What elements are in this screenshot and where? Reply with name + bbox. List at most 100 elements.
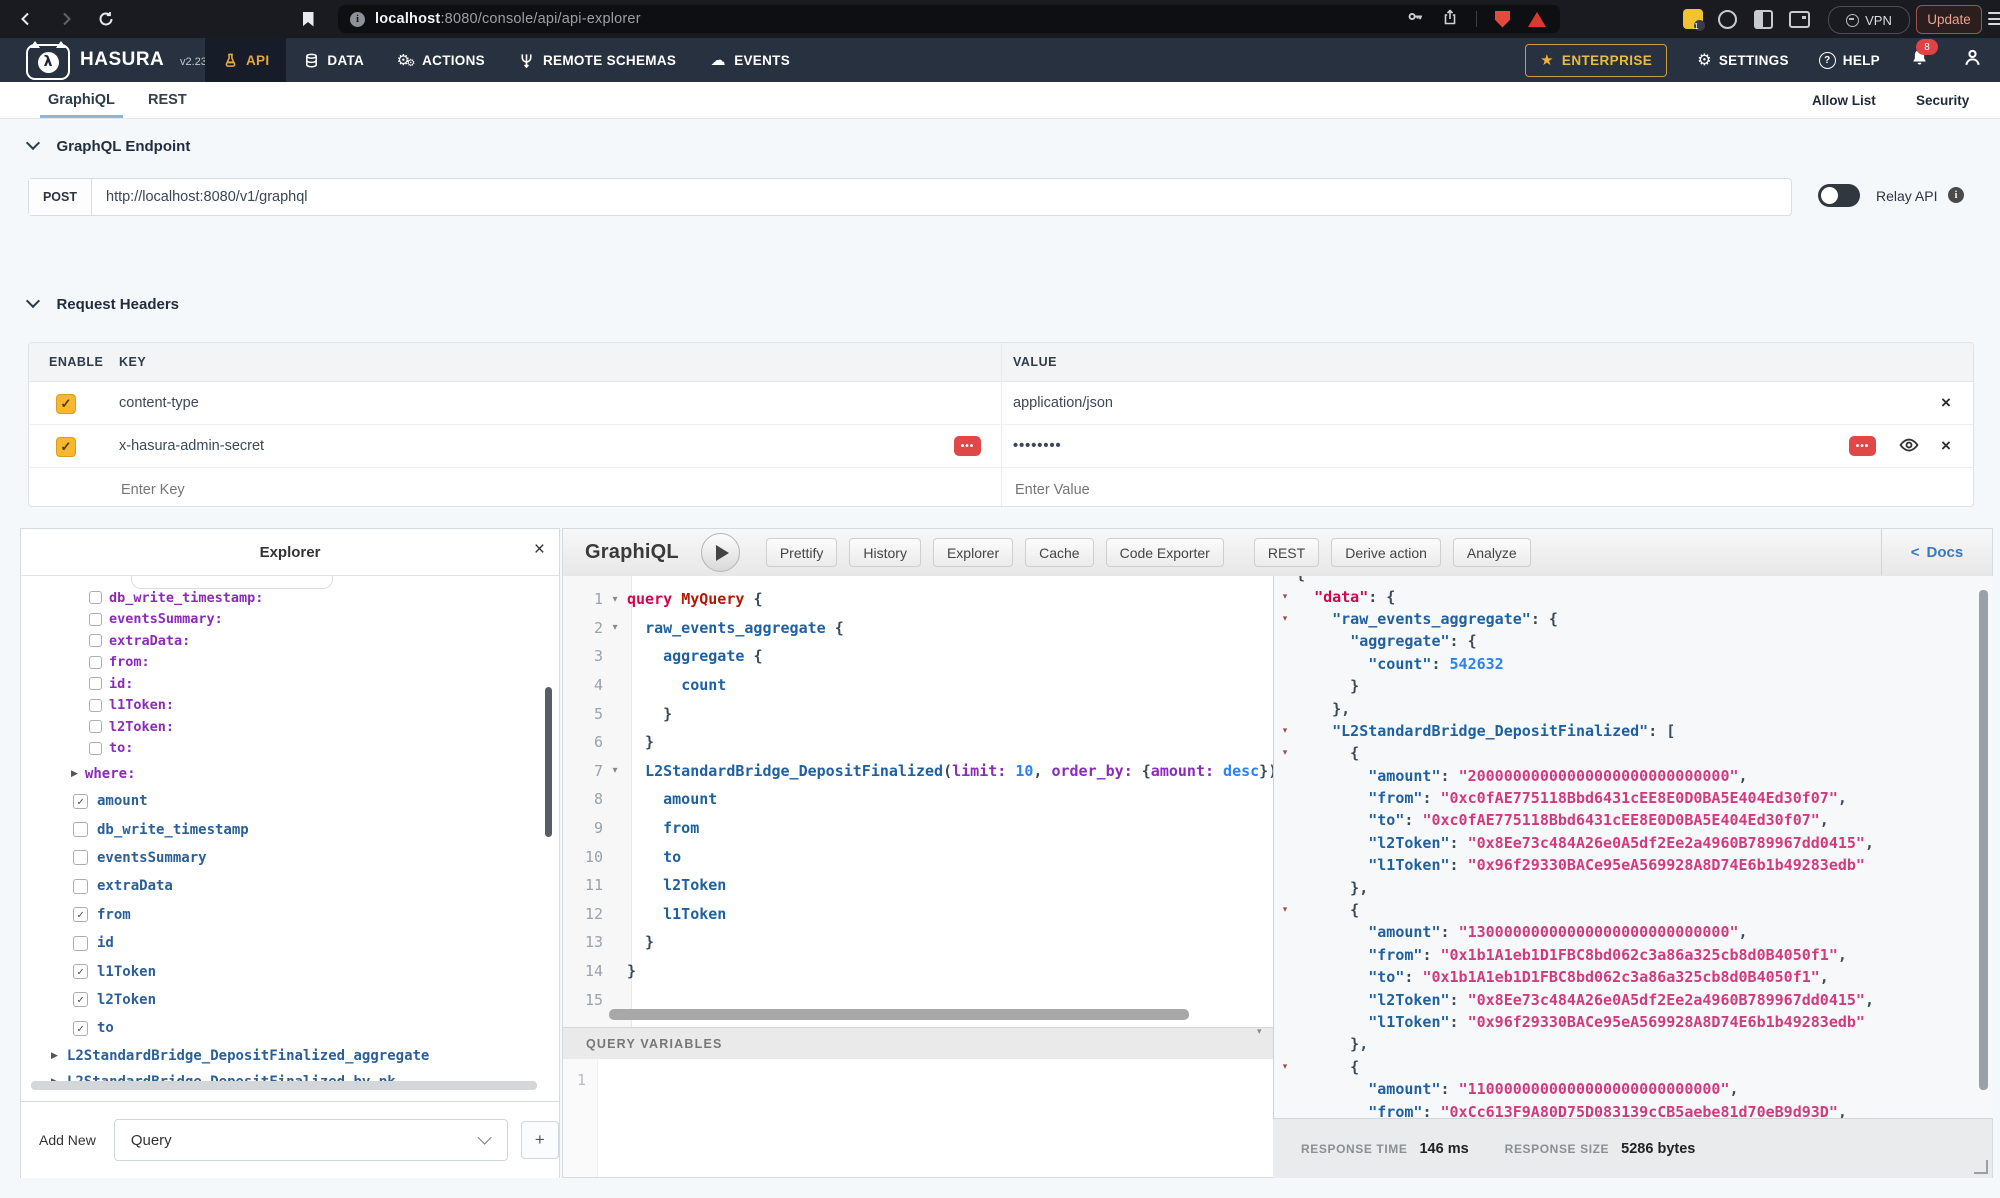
contrast-extension-icon[interactable] (1752, 0, 1774, 38)
security-link[interactable]: Security (1916, 82, 1969, 118)
response-scrollbar[interactable] (1979, 590, 1988, 1090)
update-button[interactable]: Update (1916, 5, 1982, 34)
explorer-arg-from[interactable]: from: (21, 652, 559, 674)
bookmark-icon[interactable] (298, 0, 318, 38)
cache-button[interactable]: Cache (1025, 538, 1093, 567)
nav-tab-data[interactable]: DATA (286, 38, 381, 82)
nav-tab-api[interactable]: API (205, 38, 286, 82)
nav-tab-remote-schemas[interactable]: REMOTE SCHEMAS (502, 38, 693, 82)
info-icon[interactable]: i (1948, 187, 1964, 203)
checkbox[interactable] (89, 699, 102, 712)
derive-action-button[interactable]: Derive action (1331, 538, 1441, 567)
notifications-button[interactable]: 8 (1910, 48, 1929, 72)
reveal-secret-button[interactable] (1899, 435, 1919, 460)
query-variables-header[interactable]: QUERY VARIABLES (563, 1027, 1273, 1061)
url-bar[interactable]: i localhost:8080/console/api/api-explore… (338, 5, 1560, 33)
explorer-arg-l1Token[interactable]: l1Token: (21, 695, 559, 717)
explorer-field-from[interactable]: ✓from (21, 901, 559, 929)
share-icon[interactable] (1442, 9, 1458, 30)
warning-icon[interactable] (1528, 12, 1546, 27)
query-editor[interactable]: 1▾query MyQuery {2▾ raw_events_aggregate… (563, 576, 1273, 1027)
settings-button[interactable]: ⚙ SETTINGS (1697, 52, 1789, 68)
code-exporter-button[interactable]: Code Exporter (1106, 538, 1224, 567)
relay-api-toggle[interactable] (1818, 184, 1860, 207)
close-icon[interactable]: × (534, 539, 545, 561)
explorer-arg-l2Token[interactable]: l2Token: (21, 716, 559, 738)
explorer-field-id[interactable]: id (21, 929, 559, 957)
account-button[interactable] (1963, 48, 1982, 72)
help-button[interactable]: ? HELP (1819, 52, 1880, 69)
remove-header-button[interactable]: × (1941, 425, 1951, 467)
endpoint-url-input[interactable] (92, 179, 1791, 215)
checkbox[interactable]: ✓ (73, 1021, 88, 1036)
explorer-field-db_write_timestamp[interactable]: db_write_timestamp (21, 815, 559, 843)
request-headers-section-header[interactable]: Request Headers (28, 296, 179, 314)
explorer-field-l1Token[interactable]: ✓l1Token (21, 957, 559, 985)
tab-rest[interactable]: REST (148, 82, 187, 118)
header-value[interactable]: application/json (1013, 382, 1113, 424)
nav-tab-actions[interactable]: ⚙⚙ ACTIONS (381, 38, 502, 82)
docs-button[interactable]: <Docs (1881, 529, 1992, 575)
history-button[interactable]: History (849, 538, 921, 567)
explorer-hscrollbar[interactable] (31, 1081, 537, 1090)
enable-checkbox[interactable]: ✓ (56, 394, 76, 414)
explorer-field-eventsSummary[interactable]: eventsSummary (21, 844, 559, 872)
checkbox[interactable]: ✓ (73, 992, 88, 1007)
brave-shield-icon[interactable] (1495, 11, 1510, 28)
analyze-button[interactable]: Analyze (1453, 538, 1531, 567)
enable-checkbox[interactable]: ✓ (56, 437, 76, 457)
checkbox[interactable]: ✓ (73, 907, 88, 922)
key-icon[interactable] (1407, 8, 1424, 30)
checkbox[interactable]: ✓ (73, 794, 88, 809)
explorer-arg-id[interactable]: id: (21, 673, 559, 695)
browser-refresh-icon[interactable] (94, 0, 118, 38)
explorer-arg-db_write_timestamp[interactable]: db_write_timestamp: (21, 587, 559, 609)
explorer-arg-to[interactable]: to: (21, 738, 559, 760)
explorer-arg-eventsSummary[interactable]: eventsSummary: (21, 609, 559, 631)
execute-query-button[interactable] (701, 533, 740, 572)
explorer-field-extraData[interactable]: extraData (21, 872, 559, 900)
checkbox[interactable] (89, 656, 102, 669)
editor-hscrollbar[interactable] (609, 1009, 1189, 1020)
operation-type-select[interactable]: Query (114, 1119, 508, 1161)
explorer-scrollbar[interactable] (545, 687, 552, 837)
rest-button[interactable]: REST (1254, 538, 1319, 567)
header-key[interactable]: content-type (119, 382, 199, 424)
browser-back-icon[interactable] (14, 0, 38, 38)
secret-pill-icon[interactable]: ••• (1849, 436, 1876, 456)
explorer-field-list[interactable]: db_write_timestamp:eventsSummary:extraDa… (21, 575, 559, 1088)
allow-list-link[interactable]: Allow List (1812, 82, 1876, 118)
hasura-logo[interactable]: λ (26, 44, 70, 80)
checkbox[interactable] (89, 591, 102, 604)
checkbox[interactable]: ✓ (73, 964, 88, 979)
secret-pill-icon[interactable]: ••• (954, 436, 981, 456)
explorer-arg-where[interactable]: ▶ where: (21, 761, 559, 787)
checkbox[interactable] (73, 822, 88, 837)
checkbox[interactable] (73, 879, 88, 894)
wallet-icon[interactable] (1788, 0, 1810, 38)
browser-forward-icon[interactable] (54, 0, 78, 38)
checkbox[interactable] (73, 936, 88, 951)
add-operation-button[interactable]: + (521, 1121, 559, 1159)
extension-icon[interactable] (1716, 0, 1738, 38)
response-viewer[interactable]: {▾ "data": {▾ "raw_events_aggregate": { … (1273, 576, 1993, 1118)
tab-graphiql[interactable]: GraphiQL (48, 82, 115, 118)
checkbox[interactable] (89, 742, 102, 755)
explorer-arg-extraData[interactable]: extraData: (21, 630, 559, 652)
new-header-value-input[interactable] (1013, 468, 1317, 512)
explorer-field-amount[interactable]: ✓amount (21, 787, 559, 815)
checkbox[interactable] (89, 677, 102, 690)
new-header-key-input[interactable] (119, 468, 423, 512)
remove-header-button[interactable]: × (1941, 382, 1951, 424)
header-value-masked[interactable]: •••••••• (1013, 425, 1062, 467)
header-key[interactable]: x-hasura-admin-secret (119, 425, 264, 467)
checkbox[interactable] (89, 634, 102, 647)
endpoint-section-header[interactable]: GraphQL Endpoint (28, 138, 190, 156)
checkbox[interactable] (73, 850, 88, 865)
extension-notes-icon[interactable] (1683, 9, 1703, 29)
query-variables-editor[interactable]: 1 (563, 1059, 1273, 1177)
vpn-button[interactable]: VPN (1828, 6, 1910, 34)
explorer-field-l2Token[interactable]: ✓l2Token (21, 986, 559, 1014)
explorer-field-to[interactable]: ✓to (21, 1014, 559, 1042)
nav-tab-events[interactable]: ☁ EVENTS (693, 38, 807, 82)
